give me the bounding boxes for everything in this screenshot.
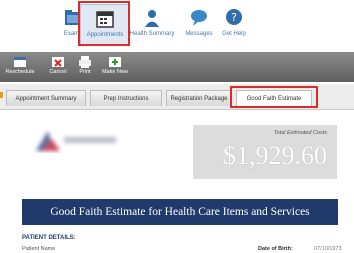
nav-get-help[interactable]: ? Get Help bbox=[209, 4, 259, 46]
nav-get-help-label: Get Help bbox=[222, 31, 246, 37]
tab-marker bbox=[0, 92, 3, 98]
dob-value: 07/10/1973 bbox=[314, 246, 342, 252]
action-toolbar: Reschedule Cancel Print Make New bbox=[0, 52, 354, 82]
svg-text:?: ? bbox=[231, 11, 237, 24]
print-label: Print bbox=[79, 69, 91, 75]
provider-logo bbox=[36, 131, 116, 151]
reschedule-button[interactable]: Reschedule bbox=[4, 55, 36, 80]
estimate-banner-title: Good Faith Estimate for Health Care Item… bbox=[22, 199, 338, 225]
chat-bubble-icon bbox=[191, 10, 207, 26]
printer-icon bbox=[79, 56, 91, 68]
total-cost-amount: $1,929.60 bbox=[223, 141, 327, 170]
help-icon: ? bbox=[226, 9, 242, 25]
add-calendar-icon bbox=[109, 57, 121, 67]
estimate-content: Total Estimated Costs $1,929.60 Good Fai… bbox=[0, 111, 354, 253]
total-cost-label: Total Estimated Costs bbox=[273, 130, 327, 136]
good-faith-estimate-highlight bbox=[230, 86, 318, 108]
tab-registration-package[interactable]: Registration Package bbox=[166, 90, 232, 106]
dob-label: Date of Birth: bbox=[258, 246, 293, 252]
nav-health-summary-label: Health Summary bbox=[129, 31, 175, 37]
patient-name-label: Patient Name bbox=[22, 246, 56, 252]
appointments-highlight bbox=[78, 1, 130, 46]
cancel-label: Cancel bbox=[49, 69, 67, 75]
reschedule-icon bbox=[14, 57, 26, 67]
nav-health-summary[interactable]: Health Summary bbox=[127, 4, 177, 46]
print-button[interactable]: Print bbox=[75, 55, 95, 80]
tab-prep-instructions[interactable]: Prep Instructions bbox=[90, 90, 162, 106]
reschedule-label: Reschedule bbox=[5, 69, 35, 75]
person-icon bbox=[145, 10, 159, 27]
cancel-button[interactable]: Cancel bbox=[46, 55, 70, 80]
tab-appointment-summary[interactable]: Appointment Summary bbox=[6, 90, 86, 106]
make-new-label: Make New bbox=[102, 69, 128, 75]
cancel-icon bbox=[52, 57, 64, 67]
patient-details-title: PATIENT DETAILS: bbox=[22, 235, 76, 241]
make-new-button[interactable]: Make New bbox=[100, 55, 130, 80]
top-navigation: Exams Appointments Health Summary Messag… bbox=[0, 0, 354, 50]
total-cost-panel: Total Estimated Costs $1,929.60 bbox=[193, 125, 337, 179]
